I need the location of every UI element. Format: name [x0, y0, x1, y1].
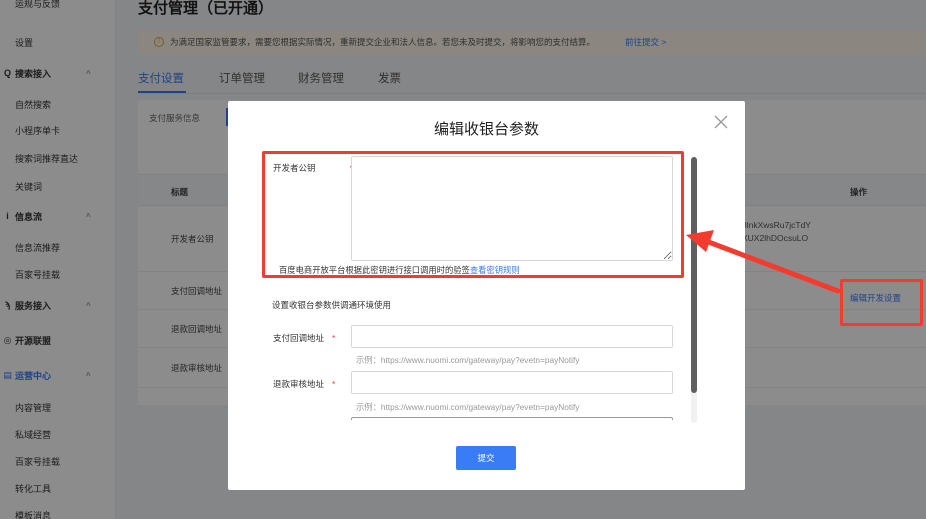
- red-arrow-icon: [686, 230, 841, 294]
- refund-review-hint: 示例：https://www.nuomi.com/gateway/pay?eve…: [356, 402, 580, 412]
- pay-callback-label-text: 支付回调地址: [273, 333, 325, 343]
- pay-callback-hint: 示例：https://www.nuomi.com/gateway/pay?eve…: [356, 355, 580, 365]
- refund-review-input[interactable]: [351, 371, 673, 394]
- refund-review-label: 退款审核地址 *: [273, 378, 335, 390]
- highlight-box-edit-settings: [840, 279, 923, 326]
- dialog-title: 编辑收银台参数: [433, 121, 539, 138]
- pay-callback-input[interactable]: [351, 325, 673, 348]
- scroll-clip-edge: [228, 420, 745, 430]
- required-mark: *: [332, 379, 336, 389]
- highlight-box-public-key: [262, 151, 684, 278]
- refund-review-label-text: 退款审核地址: [273, 379, 325, 389]
- submit-button[interactable]: 提交: [456, 446, 516, 470]
- required-mark: *: [332, 333, 336, 343]
- section-title: 设置收银台参数供调通环境使用: [272, 300, 392, 310]
- close-icon[interactable]: [712, 113, 730, 131]
- pay-callback-label: 支付回调地址 *: [273, 332, 335, 344]
